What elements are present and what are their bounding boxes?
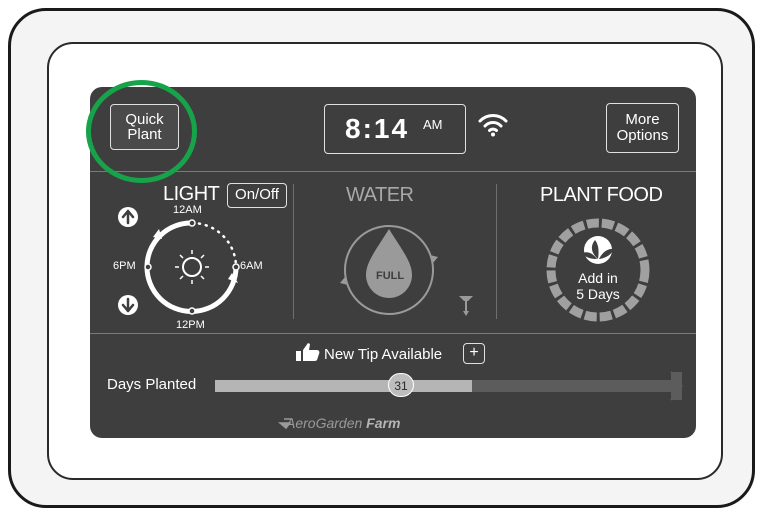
brand-logo: AeroGarden Farm (286, 415, 400, 431)
light-label-12pm: 12PM (176, 319, 205, 331)
days-planted-label: Days Planted (107, 376, 197, 393)
days-planted-value: 31 (388, 373, 414, 397)
faucet-icon (459, 296, 473, 316)
light-label-6pm: 6PM (113, 260, 136, 272)
water-level-label: FULL (376, 270, 405, 282)
plant-food-line2: 5 Days (576, 286, 620, 302)
thumbs-up-icon (296, 343, 320, 361)
days-planted-progress-bar (215, 371, 683, 401)
arrow-down-icon[interactable] (118, 295, 138, 315)
light-label-12am: 12AM (173, 204, 202, 216)
sun-icon (175, 250, 209, 284)
plant-food-status: Add in 5 Days (568, 270, 628, 302)
light-label-6am: 6AM (240, 260, 263, 272)
footer-divider (90, 333, 696, 334)
plant-food-line1: Add in (578, 270, 618, 286)
leaf-icon (582, 236, 614, 264)
tip-add-button[interactable]: + (463, 343, 485, 364)
control-panel-screen: Quick Plant 8:14 AM More Options LIGHT O… (90, 87, 696, 438)
arrow-up-icon[interactable] (118, 207, 138, 227)
brand-model: Farm (366, 415, 401, 431)
brand-name: AeroGarden (286, 415, 363, 431)
light-schedule-dial[interactable] (144, 219, 240, 315)
tip-label: New Tip Available (324, 346, 443, 363)
